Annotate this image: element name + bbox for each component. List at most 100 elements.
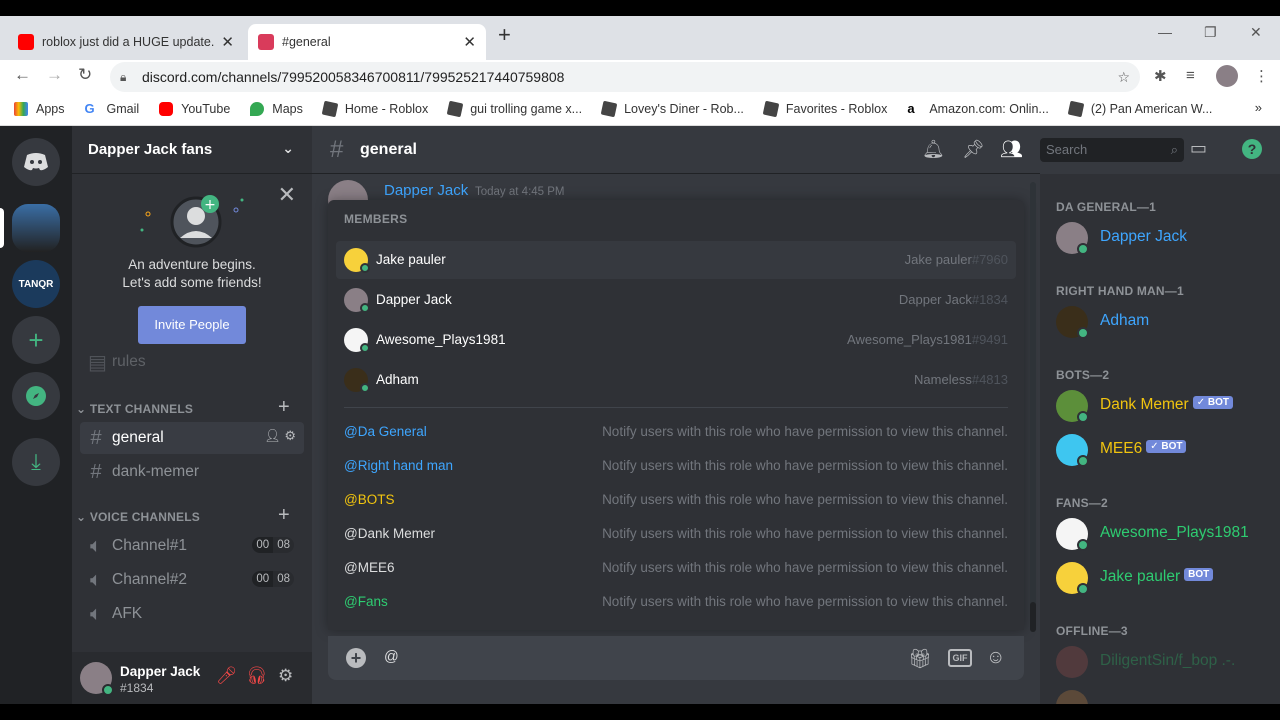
message-author[interactable]: Dapper Jack: [384, 182, 468, 199]
scrollbar-thumb[interactable]: [1030, 602, 1036, 632]
member-item[interactable]: Adham: [1056, 302, 1276, 342]
channel-dank-memer[interactable]: # dank-memer: [80, 456, 304, 488]
invite-people-button[interactable]: Invite People: [138, 306, 246, 344]
status-online-icon: [102, 684, 114, 696]
close-icon[interactable]: ✕: [278, 182, 296, 208]
invite-member-icon[interactable]: 👤︎: [264, 428, 281, 443]
reload-icon[interactable]: ↻: [78, 65, 92, 85]
role-suggestion[interactable]: @Da General Notify users with this role …: [344, 416, 1008, 450]
close-tab-icon[interactable]: ✕: [463, 33, 476, 51]
member-item[interactable]: Jake pauler BOT: [1056, 558, 1276, 598]
role-description: Notify users with this role who have per…: [602, 560, 1008, 575]
bookmark-roblox-home[interactable]: Home - Roblox: [321, 100, 428, 117]
member-item[interactable]: Dapper Jack: [1056, 218, 1276, 258]
role-suggestion[interactable]: @Dank Memer Notify users with this role …: [344, 518, 1008, 552]
tab-youtube[interactable]: roblox just did a HUGE update... ✕: [8, 24, 244, 60]
server-icon-tanqr[interactable]: TANQR: [12, 260, 60, 308]
restore-icon[interactable]: ❐: [1204, 24, 1217, 41]
voice-channel-1[interactable]: 🔈︎ Channel#1 00 08: [80, 530, 304, 562]
voice-channel-afk[interactable]: 🔈︎ AFK: [80, 598, 304, 630]
bookmark-apps[interactable]: Apps: [14, 101, 65, 116]
member-list-icon[interactable]: 👥︎: [1000, 139, 1023, 160]
status-online-icon: [1077, 327, 1089, 339]
gift-icon[interactable]: 🎁︎: [908, 647, 932, 671]
server-header[interactable]: Dapper Jack fans ⌄: [72, 126, 312, 174]
category-voice-channels[interactable]: ⌄ VOICE CHANNELS +: [76, 504, 290, 526]
upload-plus-icon[interactable]: +: [346, 648, 366, 668]
status-online-icon: [360, 263, 370, 273]
add-channel-icon[interactable]: +: [278, 504, 290, 527]
member-username: Dapper Jack#1834: [899, 292, 1008, 307]
member-suggestion[interactable]: Dapper Jack Dapper Jack#1834: [336, 281, 1016, 319]
address-bar[interactable]: 🔒︎ discord.com/channels/7995200583467008…: [110, 62, 1140, 92]
settings-gear-icon[interactable]: ⚙: [278, 666, 293, 686]
member-name-text: Jake pauler: [1100, 568, 1181, 585]
member-item[interactable]: DiligentSin/f_bop .-.: [1056, 642, 1276, 682]
channel-label: rules: [112, 353, 146, 370]
member-name: MEE6 ✓ BOT: [1100, 440, 1187, 458]
bookmark-loveys-diner[interactable]: Lovey's Diner - Rob...: [600, 100, 744, 117]
explore-compass-icon[interactable]: [12, 372, 60, 420]
add-channel-icon[interactable]: +: [278, 396, 290, 419]
help-icon[interactable]: ?: [1242, 139, 1262, 159]
close-window-icon[interactable]: ✕: [1250, 24, 1262, 41]
role-suggestion[interactable]: @Fans Notify users with this role who ha…: [344, 586, 1008, 620]
member-item[interactable]: MEE6 ✓ BOT: [1056, 430, 1276, 470]
bookmark-star-icon[interactable]: ☆: [1117, 62, 1130, 92]
role-name: @BOTS: [344, 492, 395, 507]
scrollbar[interactable]: [1030, 182, 1036, 632]
bookmark-maps[interactable]: Maps: [250, 101, 303, 116]
profile-avatar[interactable]: [1216, 65, 1238, 87]
forward-icon[interactable]: →: [46, 65, 63, 85]
add-server-icon[interactable]: +: [12, 316, 60, 364]
inbox-icon[interactable]: ▭: [1190, 138, 1207, 159]
mic-muted-icon[interactable]: 🎤︎: [216, 666, 238, 686]
voice-channel-2[interactable]: 🔈︎ Channel#2 00 08: [80, 564, 304, 596]
bookmark-youtube[interactable]: YouTube: [159, 101, 230, 116]
role-description: Notify users with this role who have per…: [602, 492, 1008, 507]
download-apps-icon[interactable]: ⤓: [12, 438, 60, 486]
role-suggestion[interactable]: @MEE6 Notify users with this role who ha…: [344, 552, 1008, 586]
tab-discord[interactable]: #general ✕: [248, 24, 486, 60]
gear-icon[interactable]: ⚙: [284, 428, 296, 443]
bookmark-gui-trolling[interactable]: gui trolling game x...: [446, 100, 582, 117]
channel-general[interactable]: # general 👤︎ ⚙: [80, 422, 304, 454]
headphones-deafened-icon[interactable]: 🎧︎: [246, 666, 268, 686]
emoji-icon[interactable]: ☺: [986, 647, 1005, 669]
roblox-icon: [762, 100, 780, 117]
more-bookmarks-icon[interactable]: »: [1255, 100, 1262, 115]
member-item[interactable]: Dank Memer ✓ BOT: [1056, 386, 1276, 426]
member-item[interactable]: Awesome_Plays1981: [1056, 514, 1276, 554]
role-suggestion[interactable]: @Right hand man Notify users with this r…: [344, 450, 1008, 484]
discriminator: #4813: [971, 372, 1008, 387]
server-icon-da-gang[interactable]: [12, 204, 60, 252]
gif-icon[interactable]: GIF: [948, 649, 972, 667]
member-item[interactable]: [1056, 686, 1276, 704]
media-icon[interactable]: ≡: [1186, 67, 1195, 84]
new-tab-icon[interactable]: +: [498, 22, 511, 48]
member-suggestion[interactable]: Adham Nameless#4813: [336, 361, 1016, 399]
minimize-icon[interactable]: —: [1158, 24, 1172, 40]
notification-bell-icon[interactable]: 🔔︎: [922, 139, 945, 160]
close-tab-icon[interactable]: ✕: [221, 33, 234, 51]
member-suggestion[interactable]: Awesome_Plays1981 Awesome_Plays1981#9491: [336, 321, 1016, 359]
discord-home-icon[interactable]: [12, 138, 60, 186]
member-name: Awesome_Plays1981: [1100, 524, 1249, 541]
bookmark-pan-american[interactable]: (2) Pan American W...: [1067, 100, 1212, 117]
role-suggestion[interactable]: @BOTS Notify users with this role who ha…: [344, 484, 1008, 518]
role-name: @MEE6: [344, 560, 395, 575]
pin-icon[interactable]: 📌︎: [962, 139, 985, 160]
extensions-icon[interactable]: ✱: [1154, 67, 1167, 85]
channel-rules[interactable]: ▤ rules: [80, 350, 304, 374]
member-suggestion[interactable]: Jake pauler Jake pauler#7960: [336, 241, 1016, 279]
bookmark-favorites[interactable]: Favorites - Roblox: [762, 100, 887, 117]
bookmark-gmail[interactable]: G Gmail: [84, 101, 139, 116]
bookmark-amazon[interactable]: a Amazon.com: Onlin...: [907, 101, 1049, 116]
bookmarks-bar: Apps G Gmail YouTube Maps Home - Roblox g…: [0, 92, 1280, 126]
menu-icon[interactable]: ⋮: [1254, 67, 1269, 85]
message-input[interactable]: @: [384, 649, 399, 665]
channel-label: AFK: [112, 605, 143, 622]
back-icon[interactable]: ←: [14, 65, 31, 85]
category-text-channels[interactable]: ⌄ TEXT CHANNELS +: [76, 396, 290, 418]
search-input[interactable]: Search ⌕: [1040, 138, 1184, 162]
